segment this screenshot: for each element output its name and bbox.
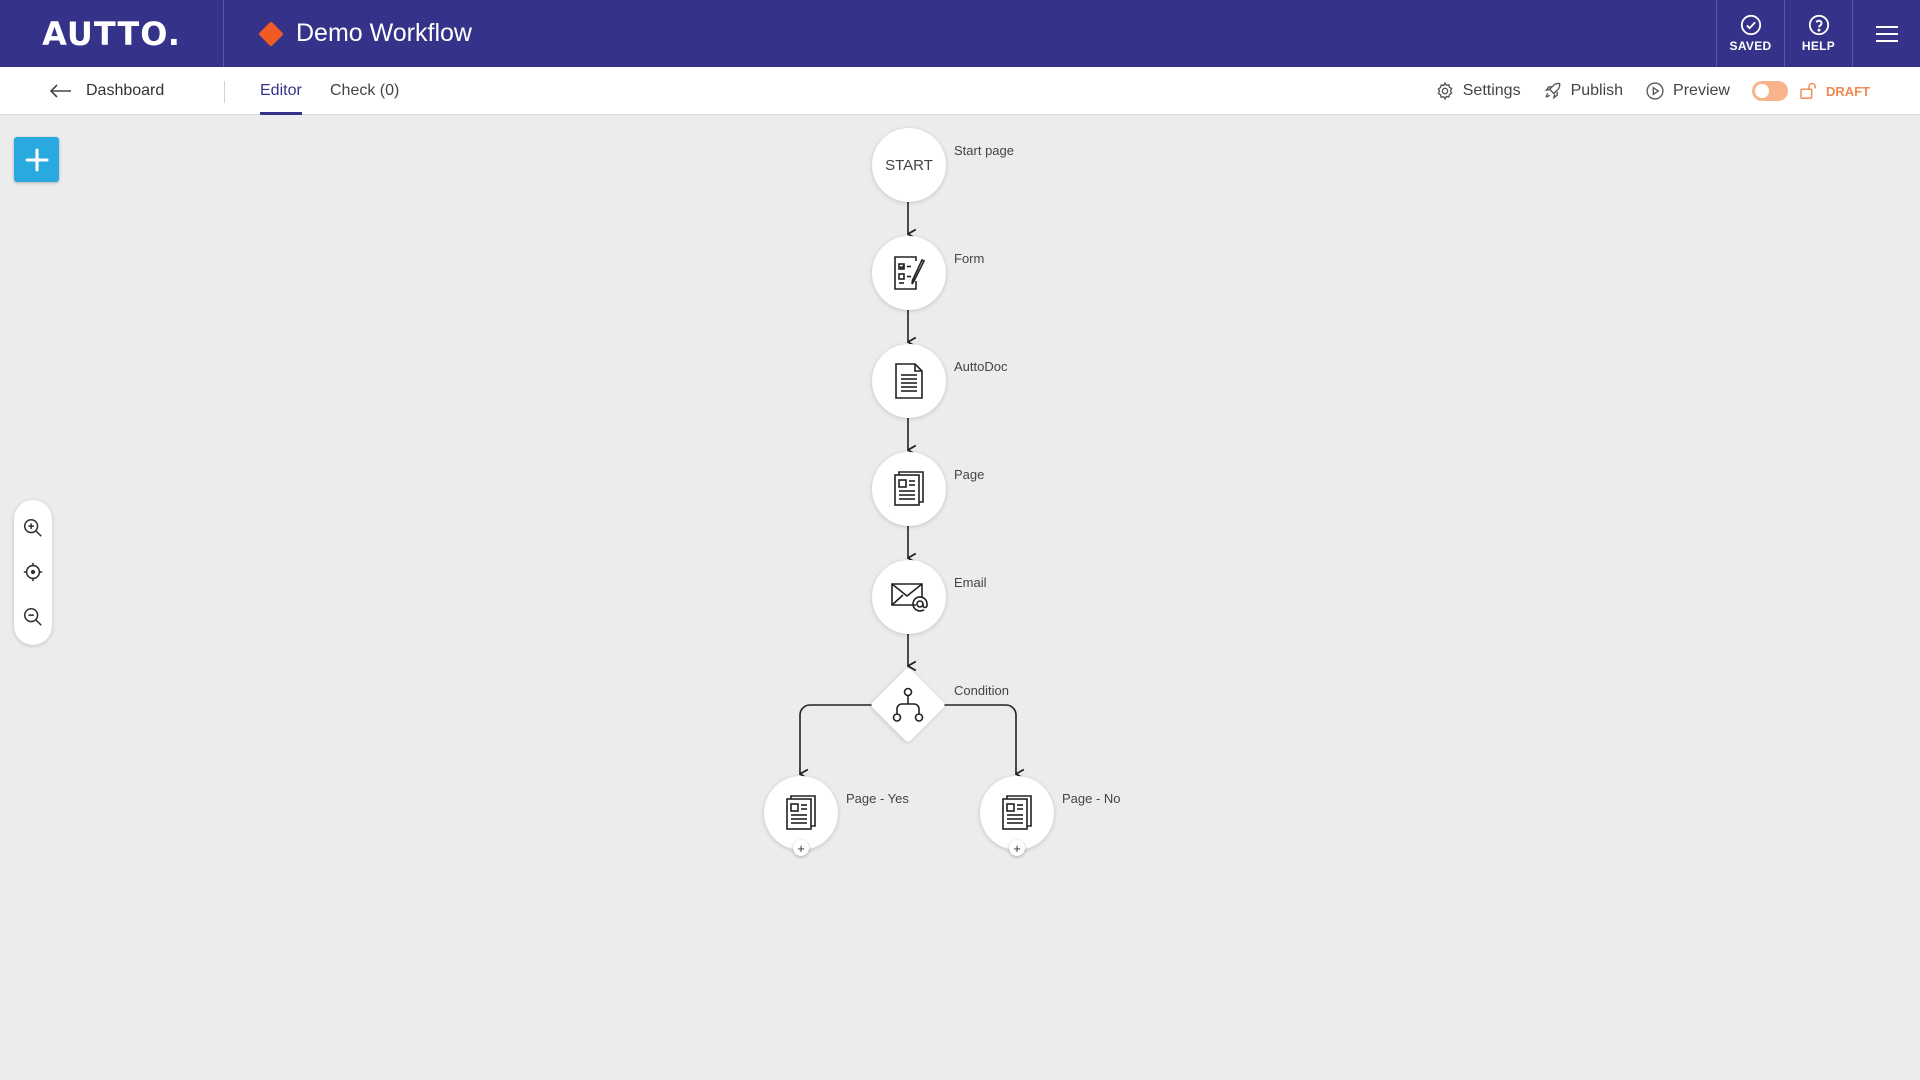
workflow-node-autodoc[interactable]: [872, 344, 946, 418]
workflow-node-condition[interactable]: [869, 666, 947, 744]
add-after-page-yes-button[interactable]: +: [793, 840, 809, 856]
zoom-controls: [14, 500, 52, 645]
unlock-icon: [1800, 83, 1816, 99]
plus-icon: [25, 148, 48, 171]
sub-navigation: Dashboard Editor Check (0) Settings Publ…: [0, 67, 1920, 115]
workflow-node-email[interactable]: [872, 560, 946, 634]
draft-status: DRAFT: [1800, 83, 1870, 99]
saved-label: SAVED: [1729, 39, 1772, 53]
workflow-node-page[interactable]: [872, 452, 946, 526]
help-circle-icon: [1808, 14, 1829, 36]
menu-button[interactable]: [1852, 0, 1920, 67]
add-after-page-no-button[interactable]: +: [1009, 840, 1025, 856]
back-label: Dashboard: [86, 82, 165, 99]
workflow-connectors: [0, 202, 1920, 1080]
node-label-page: Page: [954, 467, 985, 482]
tab-editor[interactable]: Editor: [260, 67, 302, 115]
settings-button[interactable]: Settings: [1435, 81, 1521, 101]
workflow-title-text: Demo Workflow: [296, 19, 472, 47]
node-label-page-yes: Page - Yes: [846, 791, 909, 806]
app-logo[interactable]: AUTTO.: [0, 0, 224, 67]
add-step-button[interactable]: [14, 137, 59, 182]
workflow-node-page-no[interactable]: [980, 776, 1054, 850]
start-node-text: START: [885, 156, 933, 174]
document-icon: [895, 363, 923, 399]
page-layout-icon: [786, 795, 816, 830]
recenter-button[interactable]: [18, 557, 48, 587]
email-icon: [891, 583, 928, 612]
divider: [224, 81, 225, 103]
tab-check[interactable]: Check (0): [330, 67, 399, 115]
workflow-node-page-yes[interactable]: [764, 776, 838, 850]
node-label-email: Email: [954, 575, 987, 590]
saved-button[interactable]: SAVED: [1716, 0, 1784, 67]
node-label-start: Start page: [954, 143, 1014, 158]
page-layout-icon: [894, 471, 924, 506]
workflow-diamond-icon: [258, 20, 284, 47]
zoom-out-button[interactable]: [18, 602, 48, 632]
connector-condition-no: [944, 704, 1016, 774]
hamburger-menu-icon: [1875, 25, 1898, 42]
top-bar: AUTTO. Demo Workflow SAVED HELP: [0, 0, 1920, 67]
settings-label: Settings: [1462, 82, 1521, 99]
node-label-page-no: Page - No: [1062, 791, 1121, 806]
zoom-in-button[interactable]: [18, 513, 48, 543]
top-actions: SAVED HELP: [1716, 0, 1920, 67]
publish-toggle[interactable]: [1751, 81, 1788, 101]
draft-label: DRAFT: [1825, 83, 1870, 99]
workflow-node-start[interactable]: START: [872, 128, 946, 202]
rocket-icon: [1544, 82, 1560, 100]
node-label-condition: Condition: [954, 683, 1009, 698]
help-button[interactable]: HELP: [1784, 0, 1852, 67]
zoom-in-icon: [23, 519, 42, 537]
play-circle-icon: [1646, 82, 1664, 100]
node-label-autodoc: AuttoDoc: [954, 359, 1008, 374]
workflow-node-form[interactable]: [872, 236, 946, 310]
publish-button[interactable]: Publish: [1543, 81, 1623, 101]
toggle-knob: [1754, 84, 1769, 98]
node-label-form: Form: [954, 251, 985, 266]
preview-button[interactable]: Preview: [1645, 81, 1730, 101]
workflow-title: Demo Workflow: [258, 0, 472, 67]
back-to-dashboard-link[interactable]: Dashboard: [50, 67, 164, 115]
form-checklist-icon: [894, 256, 926, 290]
check-circle-icon: [1740, 14, 1761, 36]
publish-label: Publish: [1570, 82, 1624, 99]
page-layout-icon: [1002, 795, 1032, 830]
branch-icon: [892, 687, 924, 722]
zoom-out-icon: [23, 607, 42, 626]
connector-condition-yes: [800, 704, 872, 774]
crosshair-icon: [23, 563, 43, 582]
gear-icon: [1437, 81, 1453, 101]
arrow-left-icon: [50, 84, 71, 98]
preview-label: Preview: [1673, 82, 1730, 99]
help-label: HELP: [1801, 39, 1836, 53]
subnav-actions: Settings Publish Preview DRAFT: [1435, 67, 1920, 115]
